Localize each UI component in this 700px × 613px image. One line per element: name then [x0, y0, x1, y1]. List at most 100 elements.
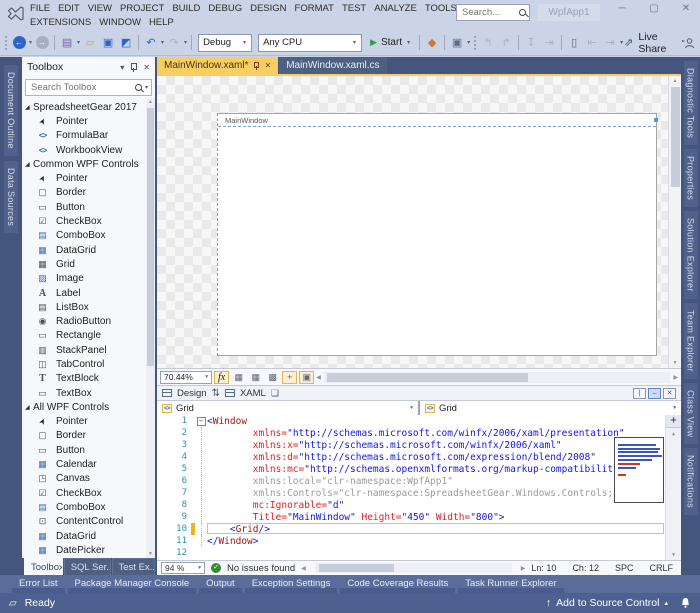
toolbox-item-datagrid[interactable]: ▦DataGrid — [22, 529, 146, 543]
gridlines-icon[interactable]: ▩ — [265, 371, 280, 384]
snaplines-icon[interactable]: + — [282, 371, 297, 384]
scroll-down-icon[interactable]: ▼ — [146, 551, 155, 557]
toolbar-grip[interactable] — [473, 35, 477, 51]
snap-to-snaplines-icon[interactable]: ▣ — [299, 371, 314, 384]
open-file-icon[interactable]: ▱ — [82, 34, 98, 51]
design-tab[interactable]: Design — [177, 388, 207, 399]
menu-help[interactable]: HELP — [145, 17, 178, 28]
panel-tab-task-runner-explorer[interactable]: Task Runner Explorer — [458, 577, 563, 593]
close-button[interactable]: ✕ — [680, 3, 692, 14]
search-input[interactable] — [460, 6, 519, 19]
scroll-right-icon[interactable]: ▶ — [673, 374, 678, 381]
fold-toggle[interactable]: − — [195, 415, 207, 427]
nav-back-icon[interactable]: ← — [11, 34, 27, 51]
scrollbar-thumb[interactable] — [327, 373, 528, 382]
solution-platform-select[interactable]: Any CPU▾ — [258, 34, 362, 52]
scroll-up-icon[interactable]: ▲ — [666, 431, 681, 437]
code-line-11[interactable]: 11</Window> — [157, 535, 681, 547]
vertical-split-button[interactable]: | — [633, 388, 646, 399]
toolbox-item-border[interactable]: ▢Border — [22, 186, 146, 200]
menu-view[interactable]: VIEW — [84, 3, 116, 14]
scroll-up-icon[interactable]: ▲ — [669, 78, 681, 84]
snapshot-icon[interactable]: ▣ — [449, 34, 465, 51]
eol-indicator[interactable]: CRLF — [649, 563, 673, 573]
panel-tab-toolbox[interactable]: Toolbox — [24, 558, 63, 575]
panel-tab-output[interactable]: Output — [199, 577, 242, 593]
toolbox-item-workbookview[interactable]: <>WorkbookView — [22, 143, 146, 157]
scrollbar-thumb[interactable] — [671, 87, 680, 187]
menu-extensions[interactable]: EXTENSIONS — [26, 17, 95, 28]
toolbox-item-border[interactable]: ▢Border — [22, 429, 146, 443]
toolbox-item-pointer[interactable]: ➤Pointer — [22, 114, 146, 128]
code-vscrollbar[interactable]: + ▲ ▼ — [665, 415, 681, 560]
menu-file[interactable]: FILE — [26, 3, 54, 14]
window-position-icon[interactable]: ▾ — [120, 63, 124, 72]
dock-tab-data-sources[interactable]: Data Sources — [4, 161, 18, 233]
toolbox-item-contentcontrol[interactable]: ⊡ContentControl — [22, 515, 146, 529]
chevron-down-icon[interactable]: ▾ — [161, 39, 164, 46]
chevron-down-icon[interactable]: ▾ — [467, 39, 470, 46]
scroll-up-icon[interactable]: ▲ — [146, 99, 155, 105]
close-toolbox-icon[interactable]: ✕ — [143, 63, 150, 72]
dock-tab-notifications[interactable]: Notifications — [684, 448, 698, 515]
design-window-preview[interactable]: MainWindow — [217, 113, 657, 356]
column-indicator[interactable]: Ch: 12 — [572, 563, 599, 573]
bookmark-icon[interactable]: ▯ — [566, 34, 582, 51]
step-over-icon[interactable]: ⇥ — [541, 34, 557, 51]
toolbox-item-button[interactable]: ▭Button — [22, 443, 146, 457]
live-share-button[interactable]: ⇗ Live Share — [624, 31, 681, 55]
panel-tab-code-coverage-results[interactable]: Code Coverage Results — [340, 577, 455, 593]
dock-tab-solution-explorer[interactable]: Solution Explorer — [684, 211, 698, 299]
toolbox-item-datepicker[interactable]: ▦DatePicker — [22, 543, 146, 557]
designer-hscrollbar[interactable] — [324, 372, 671, 383]
start-debug-button[interactable]: ▶Start▾ — [365, 37, 416, 48]
chevron-down-icon[interactable]: ▾ — [620, 39, 623, 46]
health-indicator-icon[interactable]: ✓ — [211, 563, 221, 573]
dock-tab-properties[interactable]: Properties — [684, 149, 698, 207]
toolbox-item-combobox[interactable]: ▤ComboBox — [22, 229, 146, 243]
menu-analyze[interactable]: ANALYZE — [370, 3, 421, 14]
navigate-forward-code-icon[interactable]: ↱ — [498, 34, 514, 51]
toolbox-search-input[interactable] — [29, 81, 132, 94]
toolbox-item-textbox[interactable]: ▭TextBox — [22, 386, 146, 400]
collapse-pane-button[interactable]: ✕ — [663, 388, 676, 399]
menu-window[interactable]: WINDOW — [95, 17, 145, 28]
toolbox-item-checkbox[interactable]: ☑CheckBox — [22, 486, 146, 500]
scrollbar-thumb[interactable] — [319, 564, 394, 572]
xaml-designer-surface[interactable]: MainWindow ▲ ▼ — [157, 76, 681, 368]
scroll-left-icon[interactable]: ◀ — [316, 374, 321, 381]
navigate-back-code-icon[interactable]: ↰ — [480, 34, 496, 51]
scroll-left-icon[interactable]: ◀ — [301, 565, 306, 572]
quick-launch-search[interactable] — [456, 4, 530, 21]
menu-format[interactable]: FORMAT — [291, 3, 338, 14]
code-line-3[interactable]: 3 xmlns:x="http://schemas.microsoft.com/… — [157, 439, 681, 451]
pin-icon[interactable] — [130, 63, 137, 72]
code-line-5[interactable]: 5 xmlns:mc="http://schemas.openxmlformat… — [157, 463, 681, 475]
toolbox-item-image[interactable]: ▨Image — [22, 272, 146, 286]
dock-tab-diagnostic-tools[interactable]: Diagnostic Tools — [684, 61, 698, 145]
designer-vscrollbar[interactable]: ▲ ▼ — [668, 76, 681, 368]
breadcrumb-xaml[interactable]: <> Grid ▾ — [418, 401, 681, 415]
toolbox-item-label[interactable]: ALabel — [22, 286, 146, 300]
chevron-down-icon[interactable]: ▾ — [184, 39, 187, 46]
xaml-code-editor[interactable]: 1−<Window2 xmlns="http://schemas.microso… — [157, 415, 681, 560]
dock-tab-team-explorer[interactable]: Team Explorer — [684, 303, 698, 379]
scroll-down-icon[interactable]: ▼ — [666, 552, 681, 558]
doc-tab-mainwindow-xaml-cs[interactable]: MainWindow.xaml.cs — [279, 57, 386, 74]
designer-zoom-select[interactable]: 70.44% ▾ — [160, 371, 212, 384]
menu-project[interactable]: PROJECT — [116, 3, 168, 14]
solution-config-select[interactable]: Debug▾ — [198, 34, 252, 52]
toolbox-item-calendar[interactable]: ▦Calendar — [22, 457, 146, 471]
dock-tab-class-view[interactable]: Class View — [684, 383, 698, 444]
toolbox-item-formulabar[interactable]: <>FormulaBar — [22, 129, 146, 143]
add-to-source-control-button[interactable]: ↑ Add to Source Control ▴ — [546, 597, 668, 609]
chevron-down-icon[interactable]: ▾ — [29, 39, 32, 46]
hot-reload-icon[interactable]: ◆ — [424, 34, 440, 51]
toolbox-item-tabcontrol[interactable]: ◫TabControl — [22, 357, 146, 371]
scrollbar-thumb[interactable] — [147, 108, 154, 366]
split-editor-handle[interactable]: + — [666, 415, 681, 428]
toolbox-item-rectangle[interactable]: ▭Rectangle — [22, 329, 146, 343]
notifications-bell-icon[interactable] — [680, 597, 691, 609]
code-line-9[interactable]: 9 Title="MainWindow" Height="450" Width=… — [157, 511, 681, 523]
toolbox-section-spreadsheetgear-2017[interactable]: ◢SpreadsheetGear 2017 — [22, 100, 146, 114]
